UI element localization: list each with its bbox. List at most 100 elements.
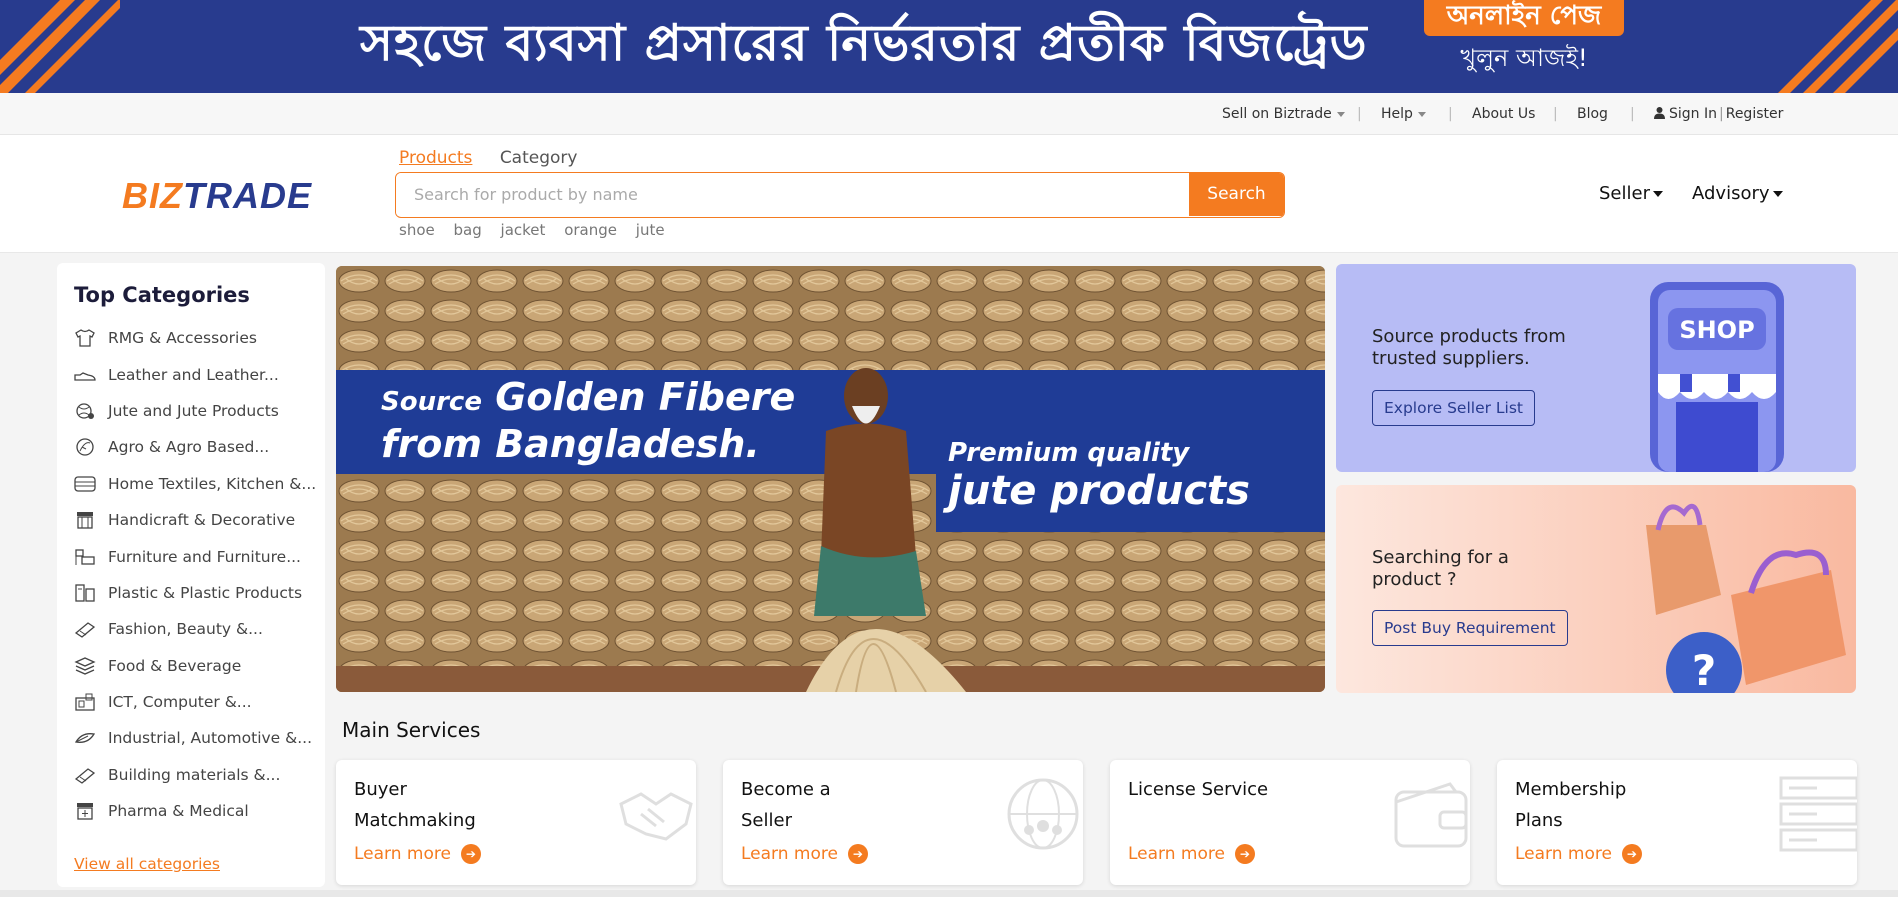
category-item[interactable]: Fashion, Beauty &... [74, 611, 316, 647]
hero-source-word: Source [381, 387, 482, 417]
handicraft-icon [77, 512, 93, 529]
promo-banner[interactable]: সহজে ব্যবসা প্রসারের নির্ভরতার প্রতীক বি… [0, 0, 1898, 93]
search-box: Search [395, 172, 1285, 218]
learn-more-link[interactable]: Learn more ➔ [741, 844, 868, 864]
seller-list-promo: Source products from trusted suppliers. E… [1336, 264, 1856, 472]
page-bottom-edge [0, 890, 1898, 897]
hero-line2: from Bangladesh. [381, 422, 760, 466]
user-icon [1654, 107, 1665, 119]
explore-seller-list-button[interactable]: Explore Seller List [1372, 390, 1536, 426]
category-item[interactable]: Plastic & Plastic Products [74, 575, 316, 611]
banner-cta[interactable]: অনলাইন পেজ [1424, 0, 1624, 36]
category-item[interactable]: Industrial, Automotive &... [74, 720, 316, 756]
categories-title: Top Categories [74, 283, 250, 307]
promo2-line1: Searching for a [1372, 547, 1509, 568]
learn-more-link[interactable]: Learn more ➔ [1515, 844, 1642, 864]
view-all-categories-link[interactable]: View all categories [74, 855, 220, 873]
service-card-license-service[interactable]: License Service Learn more ➔ [1110, 760, 1470, 885]
about-us-link[interactable]: About Us [1472, 106, 1535, 122]
promo2-line2: product ? [1372, 569, 1457, 590]
biztrade-logo[interactable]: BIZTRADE [122, 175, 312, 217]
category-item[interactable]: Jute and Jute Products [74, 393, 316, 429]
register-link[interactable]: Register [1726, 106, 1784, 122]
sell-on-biztrade-link[interactable]: Sell on Biztrade [1222, 106, 1345, 122]
learn-more-label: Learn more [1515, 844, 1612, 864]
category-item[interactable]: Furniture and Furniture... [74, 538, 316, 574]
service-card-membership-plans[interactable]: Membership Plans Learn more ➔ [1497, 760, 1857, 885]
search-tabs: Products Category [399, 148, 599, 168]
learn-more-label: Learn more [1128, 844, 1225, 864]
service-line1: Become a [741, 779, 831, 800]
search-button[interactable]: Search [1189, 173, 1284, 216]
category-label: Agro & Agro Based... [108, 438, 270, 457]
help-menu[interactable]: Help [1381, 106, 1426, 122]
category-item[interactable]: Leather and Leather... [74, 356, 316, 392]
category-label: Fashion, Beauty &... [108, 620, 263, 639]
suggestion-chip[interactable]: jute [636, 221, 665, 239]
category-label: Industrial, Automotive &... [108, 729, 313, 748]
divider: | [1553, 106, 1558, 122]
food-icon [74, 656, 96, 675]
computer-icon [75, 693, 95, 711]
category-label: Plastic & Plastic Products [108, 583, 303, 602]
category-item[interactable]: Food & Beverage [74, 648, 316, 684]
stripes-decoration-right [1778, 0, 1898, 93]
divider: | [1719, 106, 1724, 122]
service-name: Become a Seller [741, 774, 891, 836]
jute-icon [76, 403, 94, 419]
banner-headline: সহজে ব্যবসা প্রসারের নির্ভরতার প্রতীক বি… [360, 14, 1368, 72]
sell-label: Sell on Biztrade [1222, 106, 1332, 122]
search-input[interactable] [396, 173, 1191, 216]
shoe-icon [74, 371, 96, 381]
help-label: Help [1381, 106, 1413, 122]
promo1-line2: trusted suppliers. [1372, 348, 1530, 369]
service-line1: Membership [1515, 779, 1627, 800]
fashion-icon [74, 622, 96, 639]
logo-biz: BIZ [122, 175, 183, 216]
category-item[interactable]: Pharma & Medical [74, 793, 316, 829]
wallet-icon [1394, 782, 1468, 848]
advisory-menu[interactable]: Advisory [1692, 183, 1783, 204]
tab-products[interactable]: Products [399, 148, 472, 168]
shopping-bags-icon: ? [1646, 503, 1846, 693]
caret-down-icon [1652, 191, 1663, 197]
promo2-text: Searching for a product ? [1372, 547, 1509, 591]
category-item[interactable]: Home Textiles, Kitchen &... [74, 466, 316, 502]
category-label: Leather and Leather... [108, 365, 279, 384]
category-item[interactable]: Handicraft & Decorative [74, 502, 316, 538]
divider: | [1357, 106, 1362, 122]
tshirt-icon [75, 329, 95, 347]
hero-line1: Golden Fibere [495, 375, 796, 419]
agro-icon [76, 438, 94, 457]
suggestion-chip[interactable]: shoe [399, 221, 435, 239]
category-label: Pharma & Medical [108, 802, 249, 821]
stripes-decoration-left [0, 0, 120, 93]
suggestion-chip[interactable]: bag [454, 221, 482, 239]
sign-in-link[interactable]: Sign In [1669, 106, 1717, 122]
main-services-title: Main Services [342, 718, 481, 742]
service-card-become-seller[interactable]: Become a Seller Learn more ➔ [723, 760, 1083, 885]
textile-icon [74, 476, 96, 492]
service-name: Buyer Matchmaking [354, 774, 504, 836]
suggestion-chip[interactable]: orange [564, 221, 617, 239]
learn-more-link[interactable]: Learn more ➔ [354, 844, 481, 864]
shop-phone-icon: SHOP [1650, 282, 1784, 472]
category-item[interactable]: ICT, Computer &... [74, 684, 316, 720]
service-card-buyer-matchmaking[interactable]: Buyer Matchmaking Learn more ➔ [336, 760, 696, 885]
promo1-line1: Source products from [1372, 326, 1566, 347]
blog-link[interactable]: Blog [1577, 106, 1608, 122]
category-label: Handicraft & Decorative [108, 511, 296, 530]
post-buy-requirement-button[interactable]: Post Buy Requirement [1372, 610, 1568, 646]
category-item[interactable]: Agro & Agro Based... [74, 429, 316, 465]
category-item[interactable]: Building materials &... [74, 757, 316, 793]
server-icon [1779, 776, 1857, 852]
hero-banner[interactable]: Source Golden Fibere from Bangladesh. Pre… [336, 266, 1325, 692]
category-label: Furniture and Furniture... [108, 547, 301, 566]
learn-more-link[interactable]: Learn more ➔ [1128, 844, 1255, 864]
handshake-icon [619, 792, 693, 841]
service-name: Membership Plans [1515, 774, 1665, 836]
tab-category[interactable]: Category [500, 148, 578, 168]
seller-menu[interactable]: Seller [1599, 183, 1663, 204]
suggestion-chip[interactable]: jacket [501, 221, 546, 239]
category-item[interactable]: RMG & Accessories [74, 320, 316, 356]
